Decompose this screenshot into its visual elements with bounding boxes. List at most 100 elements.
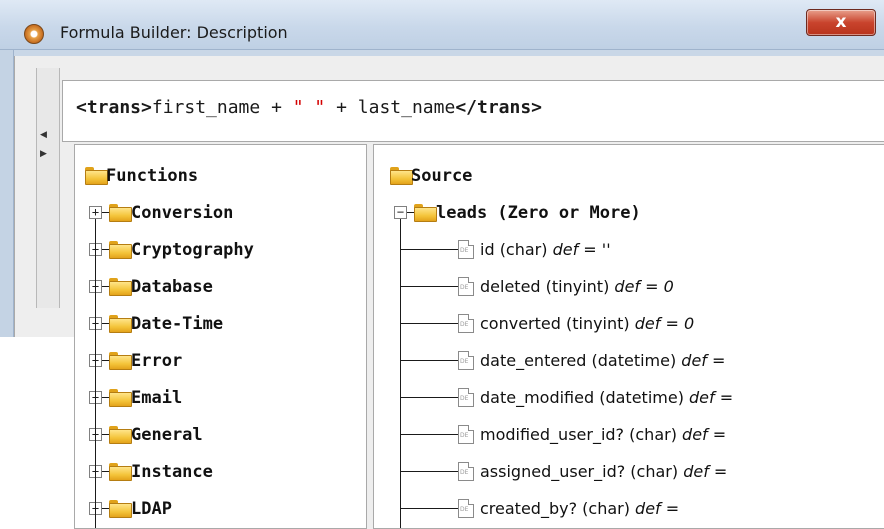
- folder-icon: [109, 389, 132, 407]
- tree-connector: [400, 508, 458, 509]
- title-bar[interactable]: Formula Builder: Description x: [0, 0, 884, 50]
- source-field-item[interactable]: date_entered (datetime) def =: [400, 348, 880, 376]
- field-name: modified_user_id? (char): [480, 425, 683, 444]
- functions-category-label: Conversion: [131, 203, 234, 223]
- field-default: def = 0: [634, 314, 695, 333]
- folder-open-icon: [85, 167, 108, 185]
- field-doc-icon: [458, 314, 474, 333]
- functions-category-item[interactable]: + LDAP: [89, 496, 359, 524]
- close-button[interactable]: x: [806, 9, 876, 36]
- source-field-item[interactable]: modified_user_id? (char) def =: [400, 422, 880, 450]
- source-table-leads[interactable]: − leads (Zero or More): [394, 200, 794, 228]
- tree-connector: [102, 323, 109, 324]
- tree-connector: [102, 471, 109, 472]
- collapse-left-arrow-icon[interactable]: ◀: [40, 131, 47, 140]
- functions-category-label: Cryptography: [131, 240, 254, 260]
- source-field-label: date_entered (datetime) def =: [480, 351, 725, 370]
- source-field-item[interactable]: converted (tinyint) def = 0: [400, 311, 880, 339]
- source-field-item[interactable]: assigned_user_id? (char) def =: [400, 459, 880, 487]
- source-field-label: created_by? (char) def =: [480, 499, 679, 518]
- field-default: def =: [682, 425, 727, 444]
- tree-connector: [400, 360, 458, 361]
- tree-connector: [102, 360, 109, 361]
- functions-category-label: General: [131, 425, 203, 445]
- field-default: def =: [681, 351, 726, 370]
- source-root[interactable]: Source: [390, 163, 690, 191]
- functions-category-item[interactable]: + Database: [89, 274, 359, 302]
- tree-connector: [400, 434, 458, 435]
- expr-close-tag: </trans>: [455, 97, 543, 118]
- field-doc-icon: [458, 388, 474, 407]
- field-name: id (char): [480, 240, 553, 259]
- functions-category-label: Instance: [131, 462, 213, 482]
- folder-icon: [109, 352, 132, 370]
- functions-category-item[interactable]: + Error: [89, 348, 359, 376]
- folder-icon: [109, 315, 132, 333]
- field-doc-icon: [458, 462, 474, 481]
- expr-part2: + last_name: [325, 97, 456, 118]
- field-default: def =: [689, 388, 734, 407]
- collapsed-side-rail[interactable]: ◀ ▶: [36, 68, 60, 308]
- functions-category-label: Error: [131, 351, 183, 371]
- formula-expression-editor[interactable]: <trans>first_name + " " + last_name</tra…: [62, 80, 884, 142]
- functions-category-item[interactable]: + Conversion: [89, 200, 359, 228]
- functions-root-label: Functions: [106, 166, 199, 186]
- folder-icon: [109, 204, 132, 222]
- field-doc-icon: [458, 351, 474, 370]
- plus-expander-icon[interactable]: +: [89, 206, 102, 219]
- folder-icon: [109, 278, 132, 296]
- screenshot-crop-area: [0, 337, 74, 529]
- functions-category-label: Database: [131, 277, 213, 297]
- expr-part1: first_name +: [151, 97, 293, 118]
- folder-icon: [109, 241, 132, 259]
- tree-connector: [400, 323, 458, 324]
- field-name: assigned_user_id? (char): [480, 462, 684, 481]
- source-tree-pane[interactable]: Source − leads (Zero or More) id (char) …: [373, 144, 884, 529]
- field-name: created_by? (char): [480, 499, 636, 518]
- source-field-item[interactable]: date_modified (datetime) def =: [400, 385, 880, 413]
- field-default: def = 0: [614, 277, 674, 296]
- field-name: date_entered (datetime): [480, 351, 682, 370]
- source-root-label: Source: [411, 166, 473, 186]
- tree-connector: [400, 397, 458, 398]
- field-default: def =: [635, 499, 680, 518]
- field-doc-icon: [458, 425, 474, 444]
- minus-expander-icon[interactable]: −: [394, 206, 407, 219]
- source-field-label: date_modified (datetime) def =: [480, 388, 733, 407]
- functions-tree-pane[interactable]: Functions + Conversion + Cryptography + …: [74, 144, 367, 529]
- source-field-label: modified_user_id? (char) def =: [480, 425, 726, 444]
- field-name: deleted (tinyint): [480, 277, 615, 296]
- functions-category-item[interactable]: + Instance: [89, 459, 359, 487]
- tree-connector: [400, 471, 458, 472]
- window-left-border: [0, 50, 14, 340]
- formula-builder-window: Formula Builder: Description x ◀ ▶ <tran…: [0, 0, 884, 529]
- functions-category-label: Date-Time: [131, 314, 224, 334]
- tree-connector: [407, 212, 414, 213]
- source-field-item[interactable]: deleted (tinyint) def = 0: [400, 274, 880, 302]
- expand-right-arrow-icon[interactable]: ▶: [40, 150, 47, 159]
- tree-connector: [102, 286, 109, 287]
- folder-open-icon: [390, 167, 413, 185]
- functions-category-item[interactable]: + General: [89, 422, 359, 450]
- field-doc-icon: [458, 240, 474, 259]
- functions-category-item[interactable]: + Date-Time: [89, 311, 359, 339]
- functions-category-item[interactable]: + Cryptography: [89, 237, 359, 265]
- field-default: def =: [683, 462, 728, 481]
- tree-trunk-line: [95, 219, 96, 528]
- functions-category-item[interactable]: + Email: [89, 385, 359, 413]
- source-field-item[interactable]: id (char) def = '': [400, 237, 880, 265]
- tree-connector: [400, 286, 458, 287]
- source-field-item[interactable]: created_by? (char) def =: [400, 496, 880, 524]
- field-default: def = '': [552, 240, 611, 259]
- expr-open-tag: <trans>: [76, 97, 152, 118]
- field-name: date_modified (datetime): [480, 388, 690, 407]
- folder-open-icon: [414, 204, 437, 222]
- functions-root[interactable]: Functions: [85, 163, 345, 191]
- functions-category-label: LDAP: [131, 499, 172, 519]
- source-field-label: converted (tinyint) def = 0: [480, 314, 694, 333]
- tree-connector: [102, 249, 109, 250]
- source-field-label: deleted (tinyint) def = 0: [480, 277, 674, 296]
- field-doc-icon: [458, 499, 474, 518]
- expr-string-literal: " ": [292, 97, 326, 118]
- folder-icon: [109, 426, 132, 444]
